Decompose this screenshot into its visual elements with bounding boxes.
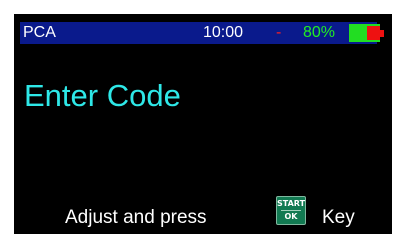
key-label-ok: OK	[281, 210, 301, 222]
instruction-suffix: Key	[322, 207, 355, 228]
key-label-start: START	[277, 199, 306, 208]
device-name: PCA	[23, 24, 56, 41]
status-separator: -	[276, 24, 282, 41]
clock: 10:00	[203, 24, 244, 41]
screen-title: Enter Code	[24, 78, 181, 113]
start-ok-key-icon: START OK	[276, 196, 306, 225]
battery-terminal	[380, 30, 384, 37]
status-bar: PCA 10:00 - 80%	[20, 22, 384, 44]
battery-percentage: 80%	[303, 24, 336, 41]
device-screen: PCA 10:00 - 80% Enter Code Adjust and pr…	[14, 14, 392, 234]
instruction-text: Adjust and press	[65, 207, 207, 228]
device-frame: PCA 10:00 - 80% Enter Code Adjust and pr…	[0, 0, 406, 248]
battery-low-segment	[367, 26, 380, 40]
